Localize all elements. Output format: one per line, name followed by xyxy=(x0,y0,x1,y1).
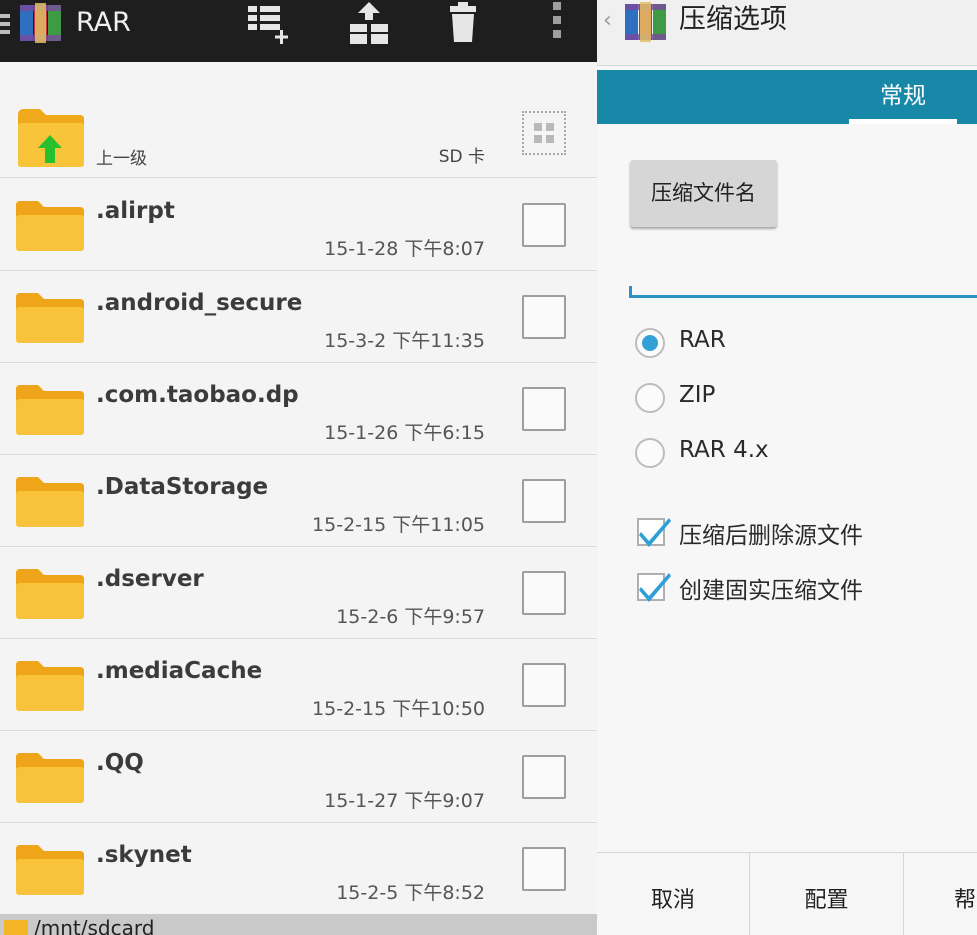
profiles-button[interactable]: 配置 xyxy=(750,853,903,935)
input-underline-tick xyxy=(629,286,632,298)
folder-icon xyxy=(16,843,84,895)
option-label: 压缩后删除源文件 xyxy=(679,523,863,549)
folder-icon xyxy=(16,383,84,435)
file-row[interactable]: .dserver 15-2-6 下午9:57 xyxy=(0,547,597,639)
file-name: .DataStorage xyxy=(96,474,269,500)
cancel-button[interactable]: 取消 xyxy=(597,853,749,935)
trash-icon[interactable] xyxy=(446,0,480,46)
folder-small-icon xyxy=(4,920,28,935)
action-bar: RAR xyxy=(0,0,597,62)
format-label: ZIP xyxy=(679,382,716,408)
rar-logo-icon xyxy=(625,2,666,42)
file-select-checkbox[interactable] xyxy=(522,663,566,707)
file-date: 15-1-26 下午6:15 xyxy=(324,422,485,444)
tab-bar: 常规 xyxy=(597,70,977,124)
compression-options-dialog: ‹ 压缩选项 常规 压缩文件名 RAR ZIP RAR 4.x 压缩后删除源文件 创建… xyxy=(597,0,977,935)
file-select-checkbox[interactable] xyxy=(522,479,566,523)
tab-indicator xyxy=(849,119,957,124)
file-date: 15-2-6 下午9:57 xyxy=(336,606,485,628)
archive-upload-icon[interactable] xyxy=(346,0,392,48)
format-radio-option[interactable]: RAR 4.x xyxy=(633,436,963,472)
radio-button[interactable] xyxy=(635,328,665,358)
folder-icon xyxy=(16,475,84,527)
file-row[interactable]: .android_secure 15-3-2 下午11:35 xyxy=(0,271,597,363)
format-label: RAR 4.x xyxy=(679,437,769,463)
option-checkbox-row[interactable]: 压缩后删除源文件 xyxy=(635,516,965,552)
current-path: /mnt/sdcard xyxy=(34,916,155,935)
file-select-checkbox[interactable] xyxy=(522,387,566,431)
file-row[interactable]: .skynet 15-2-5 下午8:52 xyxy=(0,823,597,915)
checkbox[interactable] xyxy=(637,518,671,547)
folder-up-icon xyxy=(18,109,84,167)
file-row[interactable]: .com.taobao.dp 15-1-26 下午6:15 xyxy=(0,363,597,455)
storage-location-label: SD 卡 xyxy=(438,147,485,167)
radio-button[interactable] xyxy=(635,383,665,413)
file-date: 15-1-27 下午9:07 xyxy=(324,790,485,812)
format-radio-option[interactable]: ZIP xyxy=(633,381,963,417)
folder-icon xyxy=(16,751,84,803)
file-row[interactable]: .QQ 15-1-27 下午9:07 xyxy=(0,731,597,823)
file-name: .android_secure xyxy=(96,290,303,316)
select-list-add-icon[interactable] xyxy=(244,0,302,48)
overflow-menu-icon[interactable] xyxy=(550,0,564,44)
file-name: .mediaCache xyxy=(96,658,263,684)
drawer-icon[interactable] xyxy=(0,14,10,34)
archive-name-button[interactable]: 压缩文件名 xyxy=(630,160,777,227)
format-radio-option[interactable]: RAR xyxy=(633,326,963,362)
tab-general-label: 常规 xyxy=(880,83,926,109)
file-date: 15-3-2 下午11:35 xyxy=(324,330,485,352)
file-date: 15-2-5 下午8:52 xyxy=(336,882,485,904)
file-name: .com.taobao.dp xyxy=(96,382,299,408)
back-chevron-icon[interactable]: ‹ xyxy=(603,8,612,33)
file-select-checkbox[interactable] xyxy=(522,203,566,247)
file-browser-panel: RAR 上一级 SD 卡 .alirpt 15-1-28 下午8:07 .and… xyxy=(0,0,597,935)
tab-general[interactable]: 常规 xyxy=(849,70,957,124)
dialog-button-bar: 取消 配置 帮 xyxy=(597,852,977,935)
app-title: RAR xyxy=(76,7,131,38)
select-all-toggle[interactable] xyxy=(522,111,566,155)
dialog-title: 压缩选项 xyxy=(679,4,787,35)
dialog-title-bar: ‹ 压缩选项 xyxy=(597,0,977,66)
file-select-checkbox[interactable] xyxy=(522,755,566,799)
file-select-checkbox[interactable] xyxy=(522,847,566,891)
parent-folder-label: 上一级 xyxy=(96,149,147,169)
radio-button[interactable] xyxy=(635,438,665,468)
folder-icon xyxy=(16,199,84,251)
folder-icon xyxy=(16,291,84,343)
file-row[interactable]: .mediaCache 15-2-15 下午10:50 xyxy=(0,639,597,731)
archive-name-input[interactable] xyxy=(629,240,977,298)
format-label: RAR xyxy=(679,327,726,353)
file-name: .skynet xyxy=(96,842,192,868)
file-name: .QQ xyxy=(96,750,144,776)
file-row[interactable]: .alirpt 15-1-28 下午8:07 xyxy=(0,179,597,271)
folder-icon xyxy=(16,567,84,619)
help-button[interactable]: 帮 xyxy=(904,853,977,935)
parent-folder-row[interactable]: 上一级 SD 卡 xyxy=(0,95,597,178)
file-date: 15-2-15 下午11:05 xyxy=(312,514,485,536)
file-name: .alirpt xyxy=(96,198,175,224)
file-select-checkbox[interactable] xyxy=(522,571,566,615)
rar-logo-icon xyxy=(20,3,61,43)
file-select-checkbox[interactable] xyxy=(522,295,566,339)
checkbox[interactable] xyxy=(637,573,671,602)
file-date: 15-1-28 下午8:07 xyxy=(324,238,485,260)
option-checkbox-row[interactable]: 创建固实压缩文件 xyxy=(635,571,965,607)
file-name: .dserver xyxy=(96,566,204,592)
file-date: 15-2-15 下午10:50 xyxy=(312,698,485,720)
grid-icon xyxy=(534,123,554,143)
path-bar: /mnt/sdcard xyxy=(0,914,597,935)
file-row[interactable]: .DataStorage 15-2-15 下午11:05 xyxy=(0,455,597,547)
option-label: 创建固实压缩文件 xyxy=(679,578,863,604)
folder-icon xyxy=(16,659,84,711)
